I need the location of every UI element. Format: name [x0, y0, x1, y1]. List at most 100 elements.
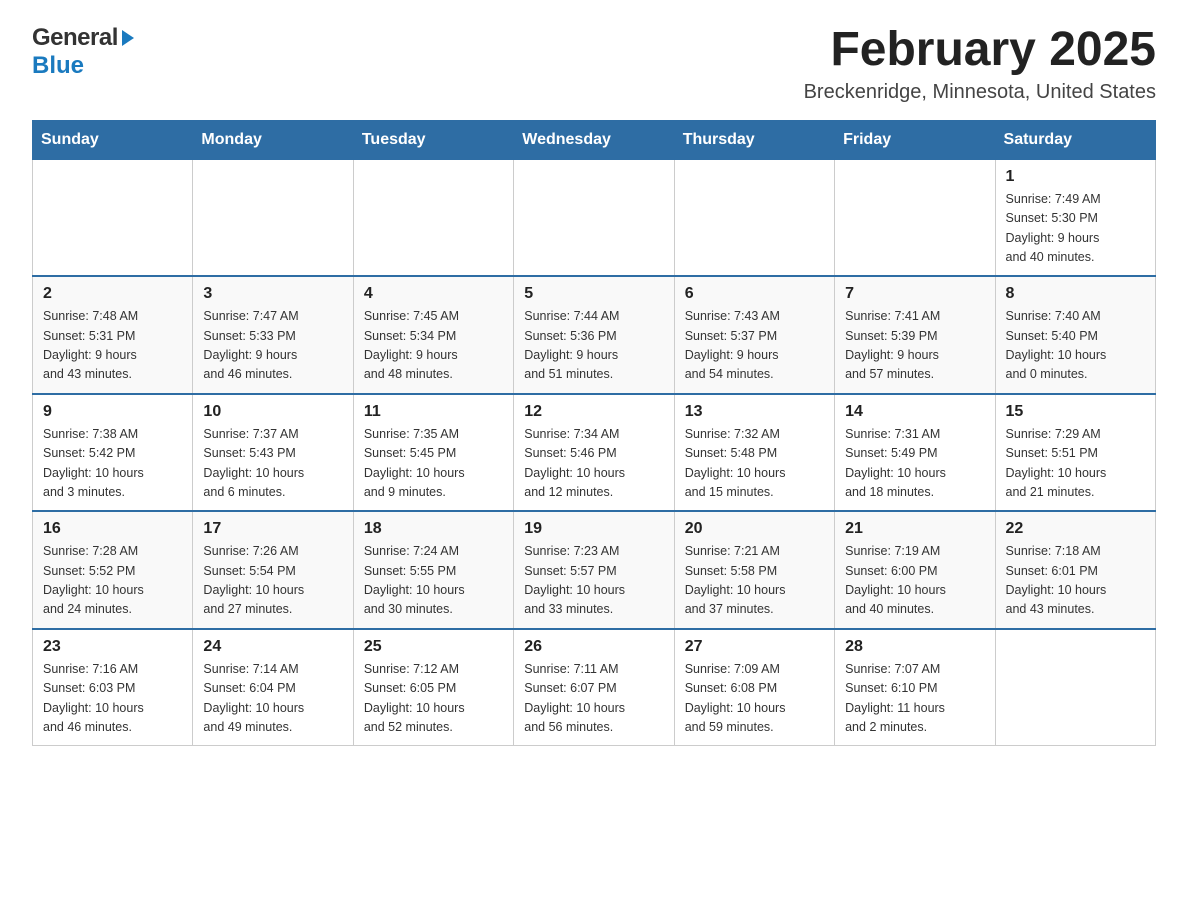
weekday-header-sunday: Sunday [33, 120, 193, 159]
calendar-body: 1 Sunrise: 7:49 AMSunset: 5:30 PMDaylight… [33, 159, 1156, 746]
day-info: Sunrise: 7:11 AMSunset: 6:07 PMDaylight:… [524, 660, 663, 738]
calendar-cell: 14 Sunrise: 7:31 AMSunset: 5:49 PMDayligh… [835, 394, 995, 512]
day-number: 3 [203, 285, 342, 303]
calendar-cell: 27 Sunrise: 7:09 AMSunset: 6:08 PMDayligh… [674, 629, 834, 746]
day-info: Sunrise: 7:43 AMSunset: 5:37 PMDaylight:… [685, 307, 824, 385]
day-number: 24 [203, 638, 342, 656]
day-info: Sunrise: 7:48 AMSunset: 5:31 PMDaylight:… [43, 307, 182, 385]
calendar-cell: 25 Sunrise: 7:12 AMSunset: 6:05 PMDayligh… [353, 629, 513, 746]
day-number: 8 [1006, 285, 1145, 303]
logo: General Blue [32, 24, 136, 80]
calendar-cell: 28 Sunrise: 7:07 AMSunset: 6:10 PMDayligh… [835, 629, 995, 746]
calendar-cell: 22Sunrise: 7:18 AMSunset: 6:01 PMDayligh… [995, 511, 1155, 629]
day-number: 25 [364, 638, 503, 656]
day-number: 2 [43, 285, 182, 303]
day-info: Sunrise: 7:18 AMSunset: 6:01 PMDaylight:… [1006, 542, 1145, 620]
weekday-header-tuesday: Tuesday [353, 120, 513, 159]
weekday-header-monday: Monday [193, 120, 353, 159]
day-info: Sunrise: 7:31 AMSunset: 5:49 PMDaylight:… [845, 425, 984, 503]
calendar-cell: 7 Sunrise: 7:41 AMSunset: 5:39 PMDaylight… [835, 276, 995, 394]
day-number: 19 [524, 520, 663, 538]
day-number: 6 [685, 285, 824, 303]
calendar-cell: 26 Sunrise: 7:11 AMSunset: 6:07 PMDayligh… [514, 629, 674, 746]
day-info: Sunrise: 7:41 AMSunset: 5:39 PMDaylight:… [845, 307, 984, 385]
calendar-cell: 12 Sunrise: 7:34 AMSunset: 5:46 PMDayligh… [514, 394, 674, 512]
location-title: Breckenridge, Minnesota, United States [804, 81, 1156, 104]
day-number: 15 [1006, 403, 1145, 421]
calendar-cell: 2 Sunrise: 7:48 AMSunset: 5:31 PMDaylight… [33, 276, 193, 394]
day-number: 13 [685, 403, 824, 421]
day-number: 4 [364, 285, 503, 303]
day-info: Sunrise: 7:19 AMSunset: 6:00 PMDaylight:… [845, 542, 984, 620]
calendar-cell: 18 Sunrise: 7:24 AMSunset: 5:55 PMDayligh… [353, 511, 513, 629]
day-number: 20 [685, 520, 824, 538]
day-number: 9 [43, 403, 182, 421]
calendar-week-row: 23 Sunrise: 7:16 AMSunset: 6:03 PMDayligh… [33, 629, 1156, 746]
day-number: 17 [203, 520, 342, 538]
day-info: Sunrise: 7:14 AMSunset: 6:04 PMDaylight:… [203, 660, 342, 738]
day-info: Sunrise: 7:16 AMSunset: 6:03 PMDaylight:… [43, 660, 182, 738]
day-info: Sunrise: 7:09 AMSunset: 6:08 PMDaylight:… [685, 660, 824, 738]
calendar-cell [33, 159, 193, 276]
day-info: Sunrise: 7:29 AMSunset: 5:51 PMDaylight:… [1006, 425, 1145, 503]
calendar-cell: 17 Sunrise: 7:26 AMSunset: 5:54 PMDayligh… [193, 511, 353, 629]
calendar-table: SundayMondayTuesdayWednesdayThursdayFrid… [32, 120, 1156, 747]
calendar-cell [353, 159, 513, 276]
title-section: February 2025 Breckenridge, Minnesota, U… [804, 24, 1156, 104]
day-number: 7 [845, 285, 984, 303]
day-info: Sunrise: 7:07 AMSunset: 6:10 PMDaylight:… [845, 660, 984, 738]
day-info: Sunrise: 7:32 AMSunset: 5:48 PMDaylight:… [685, 425, 824, 503]
logo-blue: Blue [32, 52, 84, 79]
calendar-header: SundayMondayTuesdayWednesdayThursdayFrid… [33, 120, 1156, 159]
day-number: 5 [524, 285, 663, 303]
calendar-cell: 3 Sunrise: 7:47 AMSunset: 5:33 PMDaylight… [193, 276, 353, 394]
calendar-cell: 16 Sunrise: 7:28 AMSunset: 5:52 PMDayligh… [33, 511, 193, 629]
calendar-cell: 21 Sunrise: 7:19 AMSunset: 6:00 PMDayligh… [835, 511, 995, 629]
day-info: Sunrise: 7:34 AMSunset: 5:46 PMDaylight:… [524, 425, 663, 503]
day-info: Sunrise: 7:26 AMSunset: 5:54 PMDaylight:… [203, 542, 342, 620]
day-number: 12 [524, 403, 663, 421]
day-info: Sunrise: 7:40 AMSunset: 5:40 PMDaylight:… [1006, 307, 1145, 385]
day-number: 23 [43, 638, 182, 656]
weekday-header-thursday: Thursday [674, 120, 834, 159]
day-info: Sunrise: 7:28 AMSunset: 5:52 PMDaylight:… [43, 542, 182, 620]
calendar-cell: 15 Sunrise: 7:29 AMSunset: 5:51 PMDayligh… [995, 394, 1155, 512]
calendar-cell [514, 159, 674, 276]
calendar-cell [995, 629, 1155, 746]
day-info: Sunrise: 7:44 AMSunset: 5:36 PMDaylight:… [524, 307, 663, 385]
day-info: Sunrise: 7:35 AMSunset: 5:45 PMDaylight:… [364, 425, 503, 503]
logo-general: General [32, 24, 118, 52]
calendar-cell: 23 Sunrise: 7:16 AMSunset: 6:03 PMDayligh… [33, 629, 193, 746]
logo-arrow-icon [120, 28, 136, 48]
weekday-header-friday: Friday [835, 120, 995, 159]
calendar-week-row: 9Sunrise: 7:38 AMSunset: 5:42 PMDaylight… [33, 394, 1156, 512]
calendar-cell: 5 Sunrise: 7:44 AMSunset: 5:36 PMDaylight… [514, 276, 674, 394]
day-info: Sunrise: 7:12 AMSunset: 6:05 PMDaylight:… [364, 660, 503, 738]
day-number: 16 [43, 520, 182, 538]
calendar-week-row: 16 Sunrise: 7:28 AMSunset: 5:52 PMDayligh… [33, 511, 1156, 629]
calendar-cell: 1 Sunrise: 7:49 AMSunset: 5:30 PMDaylight… [995, 159, 1155, 276]
day-number: 27 [685, 638, 824, 656]
calendar-cell: 19Sunrise: 7:23 AMSunset: 5:57 PMDayligh… [514, 511, 674, 629]
calendar-cell [193, 159, 353, 276]
day-info: Sunrise: 7:24 AMSunset: 5:55 PMDaylight:… [364, 542, 503, 620]
day-number: 21 [845, 520, 984, 538]
calendar-cell [835, 159, 995, 276]
day-number: 10 [203, 403, 342, 421]
weekday-header-wednesday: Wednesday [514, 120, 674, 159]
day-info: Sunrise: 7:49 AMSunset: 5:30 PMDaylight:… [1006, 190, 1145, 268]
day-number: 1 [1006, 168, 1145, 186]
calendar-cell: 10 Sunrise: 7:37 AMSunset: 5:43 PMDayligh… [193, 394, 353, 512]
day-number: 28 [845, 638, 984, 656]
day-number: 11 [364, 403, 503, 421]
calendar-cell: 11 Sunrise: 7:35 AMSunset: 5:45 PMDayligh… [353, 394, 513, 512]
day-number: 14 [845, 403, 984, 421]
day-number: 26 [524, 638, 663, 656]
day-number: 18 [364, 520, 503, 538]
day-info: Sunrise: 7:47 AMSunset: 5:33 PMDaylight:… [203, 307, 342, 385]
page-header: General Blue February 2025 Breckenridge,… [32, 24, 1156, 104]
calendar-week-row: 1 Sunrise: 7:49 AMSunset: 5:30 PMDaylight… [33, 159, 1156, 276]
day-info: Sunrise: 7:37 AMSunset: 5:43 PMDaylight:… [203, 425, 342, 503]
month-title: February 2025 [804, 24, 1156, 77]
calendar-cell: 6 Sunrise: 7:43 AMSunset: 5:37 PMDaylight… [674, 276, 834, 394]
